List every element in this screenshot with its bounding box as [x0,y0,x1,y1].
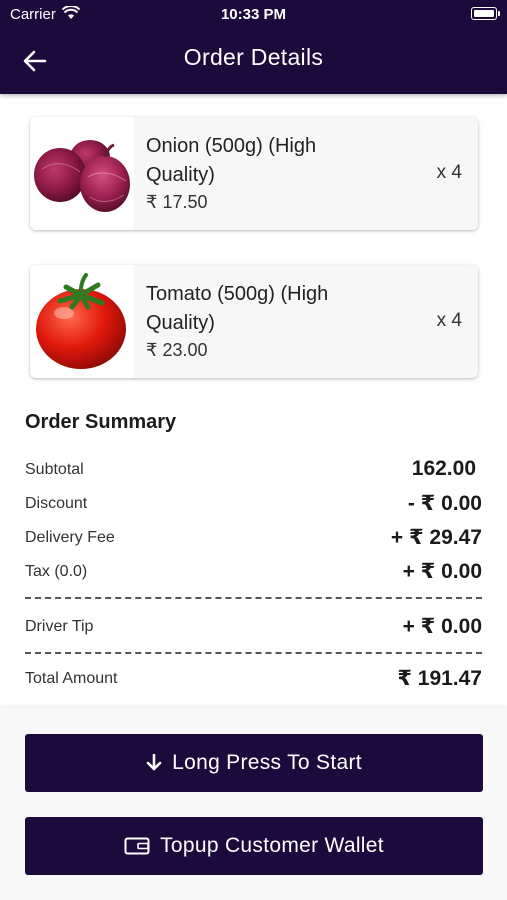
summary-label: Driver Tip [25,618,94,635]
summary-row-total: Total Amount ₹ 191.47 [25,664,482,694]
summary-label: Discount [25,495,88,512]
action-panel: Long Press To Start Topup Customer Walle… [0,708,507,900]
item-quantity: x 4 [436,310,462,331]
page-title: Order Details [183,44,324,70]
summary-value: + ₹ 0.00 [402,615,482,638]
summary-row-delivery-fee: Delivery Fee + ₹ 29.47 [25,523,482,553]
divider [25,597,482,599]
summary-label: Total Amount [25,670,118,687]
app-header: Carrier 10:33 PM Order Details [0,0,507,94]
topup-wallet-button[interactable]: Topup Customer Wallet [25,817,483,875]
item-quantity: x 4 [436,162,462,183]
order-item-card[interactable]: Onion (500g) (High Quality) ₹ 17.50 x 4 [30,117,478,230]
order-summary-title: Order Summary [25,411,177,433]
summary-row-driver-tip: Driver Tip + ₹ 0.00 [25,612,482,642]
status-bar: Carrier 10:33 PM [0,0,507,28]
arrow-down-icon [146,754,162,772]
item-price: ₹ 17.50 [146,192,208,212]
order-item-card[interactable]: Tomato (500g) (High Quality) ₹ 23.00 x 4 [30,265,478,378]
item-name: Tomato (500g) (High Quality) [146,283,329,334]
summary-row-tax: Tax (0.0) + ₹ 0.00 [25,557,482,587]
long-press-start-button[interactable]: Long Press To Start [25,734,483,792]
battery-icon [471,7,500,20]
summary-value: + ₹ 0.00 [402,560,482,583]
summary-label: Delivery Fee [25,529,115,546]
summary-label: Tax (0.0) [25,563,88,580]
item-price: ₹ 23.00 [146,340,208,360]
summary-value: 162.00 [411,457,476,480]
divider [25,652,482,654]
tomato-image [36,273,126,369]
item-thumbnail [30,265,134,378]
wallet-icon [124,836,150,856]
item-name: Onion (500g) (High Quality) [146,135,317,186]
summary-label: Subtotal [25,461,84,478]
long-press-start-label: Long Press To Start [172,751,362,774]
summary-row-subtotal: Subtotal 162.00 [25,455,482,485]
summary-row-discount: Discount - ₹ 0.00 [25,489,482,519]
summary-value: - ₹ 0.00 [407,492,482,515]
topup-wallet-label: Topup Customer Wallet [160,834,384,857]
total-amount-value: ₹ 191.47 [397,667,482,690]
summary-value: + ₹ 29.47 [390,526,482,549]
item-thumbnail [30,117,134,230]
onion-image [34,140,130,212]
status-time: 10:33 PM [220,6,287,23]
